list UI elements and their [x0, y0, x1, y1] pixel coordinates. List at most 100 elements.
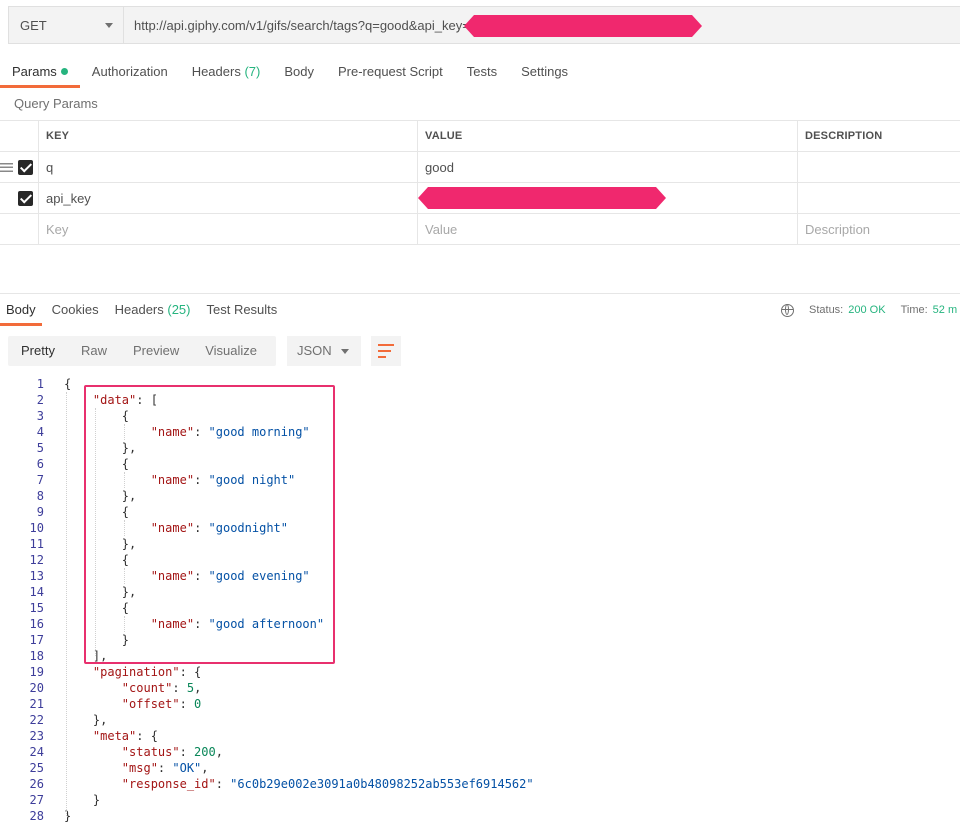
tab-label: Pre-request Script: [337, 64, 443, 79]
checkbox-checked-icon[interactable]: [18, 160, 33, 175]
line-number: 3: [36, 409, 44, 423]
line-content: },: [64, 713, 108, 727]
line-number: 19: [29, 665, 44, 679]
view-pretty-button[interactable]: Pretty: [8, 336, 68, 366]
line-content: "count": 5,: [121, 681, 202, 695]
response-tab-body[interactable]: Body: [0, 294, 42, 326]
format-label: JSON: [297, 343, 332, 358]
request-bar: GET http://api.giphy.com/v1/gifs/search/…: [8, 6, 960, 44]
status-label: Status:: [809, 304, 844, 316]
code-line: 21 "offset": 0: [0, 696, 960, 712]
tab-settings[interactable]: Settings: [509, 56, 580, 88]
status-value[interactable]: 200 OK: [848, 304, 885, 316]
line-number: 7: [36, 473, 44, 487]
line-number: 14: [29, 585, 44, 599]
line-number: 9: [36, 505, 44, 519]
line-number: 12: [29, 553, 44, 567]
tab-label: Params: [12, 64, 57, 79]
code-line: 27 }: [0, 792, 960, 808]
code-line: 23 "meta": {: [0, 728, 960, 744]
code-line: 24 "status": 200,: [0, 744, 960, 760]
checkbox-checked-icon[interactable]: [18, 191, 33, 206]
description-column-header: DESCRIPTION: [805, 130, 883, 142]
line-content: "offset": 0: [121, 697, 202, 711]
param-key-cell[interactable]: api_key: [38, 183, 418, 213]
param-value-cell[interactable]: [418, 183, 798, 213]
line-number: 1: [36, 377, 44, 391]
line-number: 4: [36, 425, 44, 439]
param-description-cell[interactable]: [798, 183, 960, 213]
time-label: Time:: [900, 304, 928, 316]
url-text: http://api.giphy.com/v1/gifs/search/tags…: [134, 17, 470, 33]
key-column-header: KEY: [38, 121, 418, 151]
code-line: 25 "msg": "OK",: [0, 760, 960, 776]
param-description-cell[interactable]: [798, 152, 960, 182]
line-number: 16: [29, 617, 44, 631]
line-number: 15: [29, 601, 44, 615]
url-input[interactable]: http://api.giphy.com/v1/gifs/search/tags…: [123, 6, 960, 44]
line-content: "msg": "OK",: [121, 761, 209, 775]
line-number: 11: [29, 537, 44, 551]
line-number: 25: [29, 761, 44, 775]
line-content: "response_id": "6c0b29e002e3091a0b480982…: [121, 777, 534, 791]
method-select[interactable]: GET: [8, 6, 123, 44]
tab-label: Headers: [191, 64, 241, 79]
line-content: {: [64, 377, 72, 391]
drag-handle-icon[interactable]: [0, 163, 13, 172]
highlight-box: [84, 385, 335, 664]
code-line: 20 "count": 5,: [0, 680, 960, 696]
response-tabs: Body Cookies Headers (25) Test Results: [0, 294, 287, 326]
table-row-new: Key Value Description: [0, 214, 960, 245]
code-line: 22 },: [0, 712, 960, 728]
table-row: q good: [0, 152, 960, 183]
globe-icon[interactable]: [781, 303, 794, 317]
request-tabs: Params Authorization Headers (7) Body Pre-re…: [0, 56, 580, 88]
tab-tests[interactable]: Tests: [455, 56, 509, 88]
view-raw-button[interactable]: Raw: [68, 336, 120, 366]
redaction-mark: [418, 187, 666, 209]
new-key-input[interactable]: Key: [38, 214, 418, 244]
response-tab-cookies[interactable]: Cookies: [46, 294, 105, 326]
new-description-input[interactable]: Description: [798, 214, 960, 244]
tab-authorization[interactable]: Authorization: [80, 56, 180, 88]
query-params-title: Query Params: [14, 96, 98, 111]
code-line: 28}: [0, 808, 960, 824]
redaction-mark: [464, 15, 702, 37]
line-number: 6: [36, 457, 44, 471]
line-number: 22: [29, 713, 44, 727]
tab-pre-request-script[interactable]: Pre-request Script: [326, 56, 455, 88]
line-number: 20: [29, 681, 44, 695]
tab-label: Settings: [521, 64, 569, 79]
tab-label: Cookies: [51, 302, 99, 317]
table-row: api_key: [0, 183, 960, 214]
view-visualize-button[interactable]: Visualize: [192, 336, 270, 366]
line-number: 10: [29, 521, 44, 535]
tab-body[interactable]: Body: [272, 56, 326, 88]
indent-guide: [66, 392, 67, 816]
line-content: }: [64, 793, 101, 807]
format-select[interactable]: JSON: [287, 336, 361, 366]
line-content: "status": 200,: [121, 745, 223, 759]
response-tab-test-results[interactable]: Test Results: [200, 294, 283, 326]
tab-params[interactable]: Params: [0, 56, 80, 88]
tab-label: Tests: [466, 64, 498, 79]
time-value[interactable]: 52 m: [933, 304, 957, 316]
tab-label: Authorization: [91, 64, 168, 79]
new-value-input[interactable]: Value: [418, 214, 798, 244]
response-tab-headers[interactable]: Headers (25): [109, 294, 197, 326]
code-line: 26 "response_id": "6c0b29e002e3091a0b480…: [0, 776, 960, 792]
line-number: 17: [29, 633, 44, 647]
chevron-down-icon: [105, 23, 113, 28]
chevron-down-icon: [341, 349, 349, 354]
tab-label: Headers: [114, 302, 164, 317]
param-key-cell[interactable]: q: [38, 152, 418, 182]
tab-headers[interactable]: Headers (7): [180, 56, 273, 88]
line-number: 23: [29, 729, 44, 743]
line-number: 27: [29, 793, 44, 807]
param-value-cell[interactable]: good: [418, 152, 798, 182]
line-number: 28: [29, 809, 44, 823]
view-preview-button[interactable]: Preview: [120, 336, 192, 366]
line-number: 2: [36, 393, 44, 407]
line-number: 24: [29, 745, 44, 759]
wrap-lines-icon[interactable]: [371, 336, 401, 366]
